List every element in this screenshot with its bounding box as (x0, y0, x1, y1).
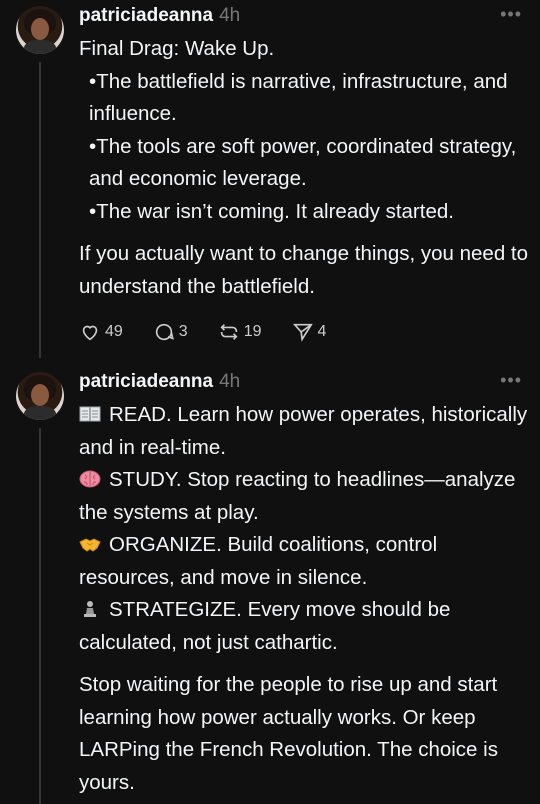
timestamp: 4h (219, 371, 241, 392)
read-item-text: READ. Learn how power operates, historic… (79, 403, 528, 459)
more-options-icon[interactable]: ••• (500, 4, 522, 25)
list-item: READ. Learn how power operates, historic… (79, 399, 529, 464)
post-actions: 49 3 19 4 (79, 318, 356, 346)
post-closing: If you actually want to change things, y… (79, 242, 529, 298)
bullet-1: •The battlefield is narrative, infrastru… (89, 69, 508, 126)
list-item: ORGANIZE. Build coalitions, control reso… (79, 529, 529, 594)
username[interactable]: patriciadeanna (79, 371, 213, 392)
bullet-3: •The war isn’t coming. It already starte… (89, 199, 454, 223)
avatar-body (24, 40, 56, 54)
thread-line (39, 62, 41, 358)
list-item: STRATEGIZE. Every move should be calcula… (79, 594, 529, 659)
strategize-item-text: STRATEGIZE. Every move should be calcula… (79, 598, 451, 654)
username[interactable]: patriciadeanna (79, 5, 213, 26)
brain-icon (79, 470, 101, 488)
reply-button[interactable]: 3 (153, 321, 188, 343)
chess-pawn-icon (84, 601, 96, 617)
thread-line (39, 428, 41, 804)
like-button[interactable]: 49 (79, 321, 123, 343)
heart-icon (82, 325, 98, 341)
more-options-icon[interactable]: ••• (500, 370, 522, 391)
repost-count: 19 (243, 323, 262, 340)
book-icon (79, 406, 101, 422)
avatar-face (31, 18, 49, 40)
post-body: READ. Learn how power operates, historic… (79, 399, 529, 799)
list-item: STUDY. Stop reacting to headlines—analyz… (79, 464, 529, 529)
send-icon (292, 323, 313, 342)
comment-icon (155, 323, 174, 341)
share-button[interactable]: 4 (292, 321, 327, 343)
repost-button[interactable]: 19 (218, 321, 262, 343)
timestamp: 4h (219, 5, 241, 26)
avatar[interactable] (16, 372, 64, 420)
thread-post-1: patriciadeanna 4h ••• Final Drag: Wake Up… (0, 0, 540, 366)
post-closing: Stop waiting for the people to rise up a… (79, 673, 498, 794)
repost-icon (220, 324, 238, 340)
post-title-line: Final Drag: Wake Up. (79, 37, 275, 60)
thread-post-2: patriciadeanna 4h ••• READ. Learn how pow… (0, 366, 540, 804)
avatar-body (24, 406, 56, 420)
avatar-face (31, 384, 49, 406)
reply-count: 3 (178, 323, 188, 340)
post-header: patriciadeanna 4h (79, 5, 240, 27)
handshake-icon (79, 538, 101, 552)
avatar[interactable] (16, 6, 64, 54)
share-count: 4 (317, 323, 327, 340)
post-body: Final Drag: Wake Up. •The battlefield is… (79, 33, 529, 303)
bullet-2: •The tools are soft power, coordinated s… (89, 134, 517, 191)
like-count: 49 (105, 323, 123, 340)
organize-item-text: ORGANIZE. Build coalitions, control reso… (79, 533, 438, 589)
post-header: patriciadeanna 4h (79, 371, 240, 393)
study-item-text: STUDY. Stop reacting to headlines—analyz… (79, 468, 516, 524)
